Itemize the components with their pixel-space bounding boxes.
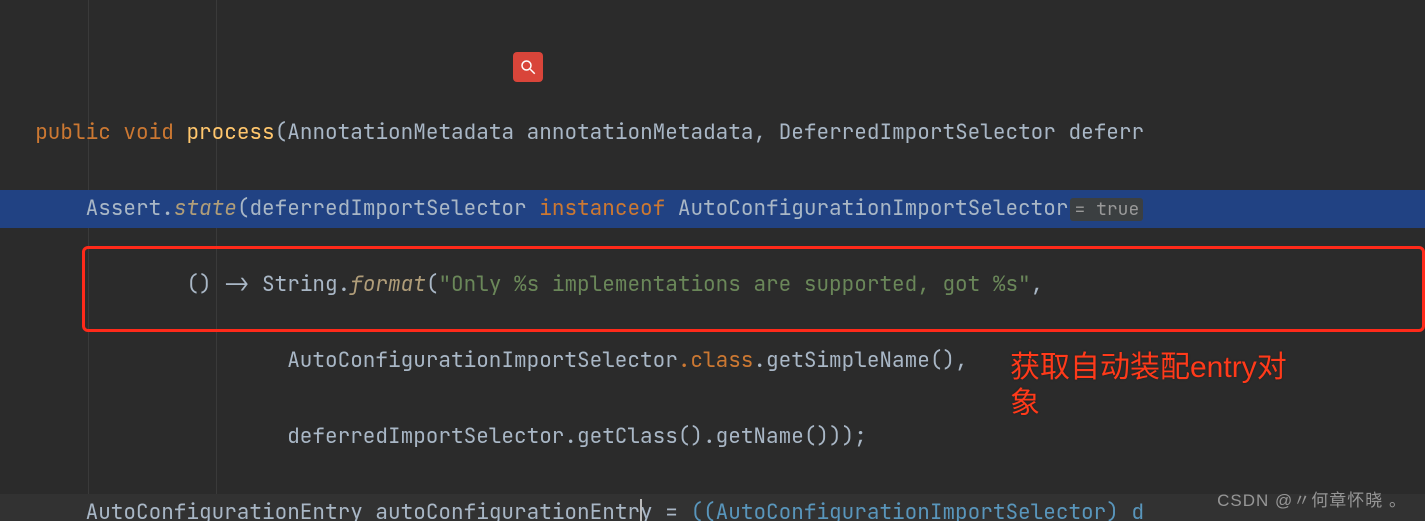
code-editor[interactable]: public void process(AnnotationMetadata a… bbox=[0, 0, 1425, 521]
code-line-selected[interactable]: Assert.state(deferredImportSelector inst… bbox=[0, 190, 1425, 228]
code-line[interactable]: public void process(AnnotationMetadata a… bbox=[0, 114, 1425, 152]
code-line[interactable] bbox=[0, 38, 1425, 76]
code-line-current[interactable]: AutoConfigurationEntry autoConfiguration… bbox=[0, 494, 1425, 521]
inline-hint: = true bbox=[1070, 198, 1143, 221]
code-line[interactable]: () -> String.format("Only %s implementat… bbox=[0, 266, 1425, 304]
code-line[interactable]: deferredImportSelector.getClass().getNam… bbox=[0, 418, 1425, 456]
text-caret bbox=[640, 499, 642, 521]
code-line[interactable]: AutoConfigurationImportSelector.class.ge… bbox=[0, 342, 1425, 380]
